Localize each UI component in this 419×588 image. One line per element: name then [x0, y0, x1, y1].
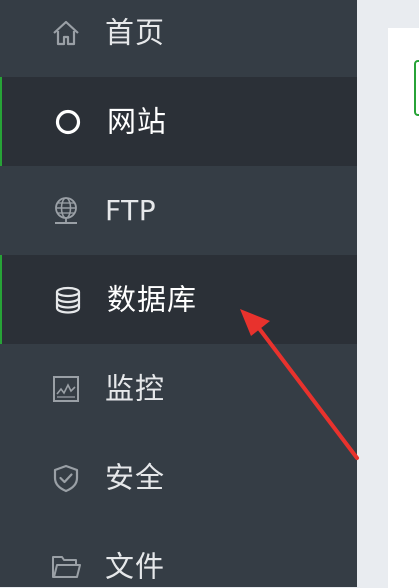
sidebar-item-label: 文件: [105, 549, 166, 583]
sidebar-item-label: 数据库: [107, 282, 198, 316]
sidebar-item-label: FTP: [105, 193, 157, 227]
ftp-globe-icon: [50, 195, 82, 227]
monitor-chart-icon: [50, 373, 82, 405]
folder-icon: [50, 551, 82, 583]
home-icon: [50, 17, 82, 49]
sidebar-item-security[interactable]: 安全: [0, 433, 357, 522]
sidebar-nav: 首页 网站 FTP 数据库 监控 安全 文件: [0, 0, 357, 587]
sidebar-item-label: 安全: [105, 460, 166, 494]
sidebar-item-label: 网站: [107, 104, 168, 138]
sidebar-item-label: 监控: [105, 371, 166, 405]
sidebar-item-home[interactable]: 首页: [0, 0, 357, 77]
sidebar-item-files[interactable]: 文件: [0, 522, 357, 587]
green-button-edge[interactable]: [414, 60, 419, 116]
sidebar-item-database[interactable]: 数据库: [0, 255, 357, 344]
sidebar-item-website[interactable]: 网站: [0, 77, 357, 166]
website-circle-icon: [52, 106, 84, 138]
database-icon: [52, 284, 84, 316]
shield-check-icon: [50, 462, 82, 494]
sidebar-item-monitor[interactable]: 监控: [0, 344, 357, 433]
sidebar-item-label: 首页: [105, 15, 166, 49]
sidebar-item-ftp[interactable]: FTP: [0, 166, 357, 255]
